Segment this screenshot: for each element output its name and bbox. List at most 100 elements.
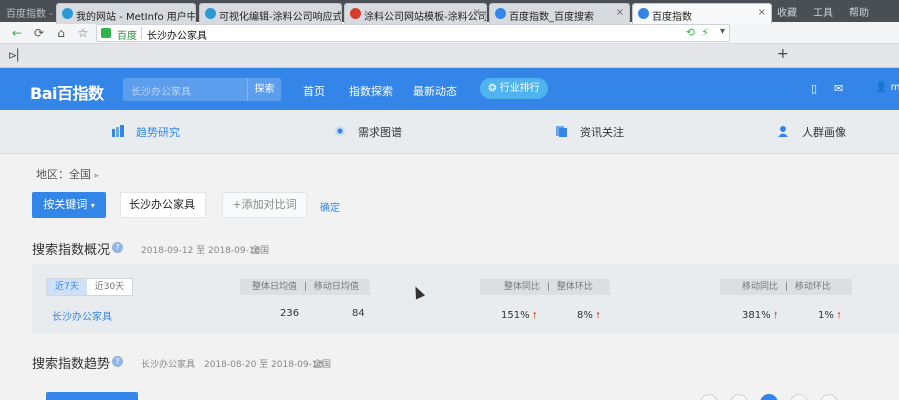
metinfo-icon: [205, 8, 216, 19]
subnav-trend[interactable]: 趋势研究: [136, 124, 180, 140]
site-header: Bai百指数 长沙办公家具 探索 首页 指数探索 最新动态 ❂ 行业排行 ▯ ✉…: [0, 68, 899, 110]
period-switch: 近7天 近30天: [46, 278, 134, 296]
ranking-icon: ❂: [488, 83, 497, 94]
col-overall-daily: 整体日均值: [252, 282, 298, 292]
tab-baidu-search[interactable]: 百度指数_百度搜索 ×: [489, 3, 630, 24]
overview-keyword-link[interactable]: 长沙办公家具: [52, 308, 112, 323]
region-selector[interactable]: 地区：全国 ▸: [36, 166, 99, 182]
nav-home[interactable]: 首页: [303, 83, 325, 99]
arrow-up-icon: 🠕: [596, 311, 600, 321]
menu-favorites[interactable]: 收藏: [777, 4, 797, 19]
col-sep: |: [303, 282, 307, 292]
tab-label: 百度指数: [652, 12, 692, 23]
period-30d[interactable]: 近30天: [87, 279, 132, 295]
col-mobile-mom: 移动环比: [794, 282, 831, 292]
people-icon: [778, 126, 788, 137]
mobile-daily-value: 84: [352, 308, 365, 319]
help-icon[interactable]: ?: [112, 356, 123, 367]
close-icon[interactable]: ×: [473, 7, 481, 18]
region-value: 全国: [69, 168, 91, 181]
keyword-type-button[interactable]: 按关键词 ▾: [32, 192, 106, 218]
col-header-daily: 整体日均值 | 移动日均值: [240, 279, 370, 295]
refresh-icon[interactable]: ⟳: [30, 24, 48, 42]
user-name: metinfo: [890, 82, 899, 93]
tab-metinfo[interactable]: 我的网站 - MetInfo 用户中心: [56, 3, 196, 24]
add-compare-button[interactable]: +添加对比词: [222, 192, 307, 218]
subnav-audience[interactable]: 人群画像: [802, 124, 846, 140]
caret-down-icon: ▾: [90, 201, 95, 210]
close-icon[interactable]: ×: [616, 7, 624, 18]
range-option[interactable]: [820, 394, 838, 400]
tab-label: 涂料公司网站模板-涂料公司: [364, 12, 487, 23]
industry-rank-button[interactable]: ❂ 行业排行: [480, 78, 548, 99]
tab-list-icon[interactable]: ⊳▏: [8, 49, 26, 62]
help-icon[interactable]: ?: [112, 242, 123, 253]
menu-tools[interactable]: 工具: [813, 4, 833, 19]
menu-help[interactable]: 帮助: [849, 4, 869, 19]
trend-region: 全国: [313, 360, 332, 370]
trend-tab-active[interactable]: [46, 392, 138, 400]
tab-label: 可视化编辑-涂料公司响应式: [219, 12, 342, 23]
keyword-tag-label: 长沙办公家具: [129, 198, 195, 211]
url-query: 长沙办公家具: [147, 31, 207, 42]
col-sep: |: [784, 282, 788, 292]
tab-label: 我的网站 - MetInfo 用户中心: [76, 12, 196, 23]
industry-rank-label: 行业排行: [499, 83, 540, 94]
demand-graph-icon: [335, 126, 345, 136]
baidu-paw-icon: [638, 8, 649, 19]
range-option-active[interactable]: [760, 394, 778, 400]
close-icon[interactable]: ×: [758, 7, 766, 18]
mobile-yoy-value: 381% 🠕: [742, 308, 778, 324]
confirm-button[interactable]: 确定: [320, 199, 340, 214]
news-icon: [556, 126, 567, 137]
search-input[interactable]: 长沙办公家具 探索: [123, 78, 281, 101]
overall-daily-value: 236: [280, 308, 300, 319]
overall-yoy-value: 151% 🠕: [501, 308, 537, 324]
speed-mode-icon[interactable]: ⟲: [686, 26, 695, 39]
keyword-tag[interactable]: 长沙办公家具: [120, 192, 206, 218]
mobile-icon[interactable]: ▯: [811, 82, 817, 95]
baidu-index-logo[interactable]: Bai百指数: [30, 80, 104, 104]
lightning-icon[interactable]: ⚡: [701, 26, 709, 39]
baidu-paw-icon: [495, 8, 506, 19]
overall-mom-text: 8%: [577, 310, 593, 321]
home-icon[interactable]: ⌂: [52, 24, 70, 42]
chevron-right-icon: ▸: [94, 171, 100, 181]
nav-explore[interactable]: 指数探索: [349, 83, 393, 99]
arrow-up-icon: 🠕: [532, 311, 537, 321]
arrow-up-icon: 🠕: [773, 311, 778, 321]
col-mobile-daily: 移动日均值: [313, 282, 359, 292]
back-icon[interactable]: ←: [8, 24, 26, 42]
col-mobile-yoy: 移动同比: [742, 282, 779, 292]
chevron-down-icon[interactable]: ▾: [720, 26, 725, 37]
url-divider: [141, 27, 142, 39]
subnav-news[interactable]: 资讯关注: [580, 124, 624, 140]
tab-visual-edit[interactable]: 可视化编辑-涂料公司响应式: [199, 3, 342, 24]
add-compare-label: 添加对比词: [241, 198, 297, 211]
url-input[interactable]: 百度 长沙办公家具 ⟲ ⚡ ▾: [96, 24, 730, 42]
star-icon[interactable]: ☆: [74, 24, 92, 42]
range-option[interactable]: [790, 394, 808, 400]
range-option[interactable]: [700, 394, 718, 400]
keyword-type-label: 按关键词: [43, 198, 88, 211]
trend-icon: [112, 125, 124, 137]
overview-date-range: 2018-09-12 至 2018-09-18: [141, 246, 261, 256]
nav-news[interactable]: 最新动态: [413, 83, 457, 99]
tab-template[interactable]: 涂料公司网站模板-涂料公司 ×: [344, 3, 487, 24]
mobile-yoy-text: 381%: [742, 310, 771, 321]
subnav-demand[interactable]: 需求图谱: [358, 124, 402, 140]
col-sep: |: [546, 282, 550, 292]
mobile-mom-value: 1% 🠕: [818, 308, 841, 324]
range-option[interactable]: [730, 394, 748, 400]
col-header-mobile-change: 移动同比 | 移动环比: [720, 279, 852, 295]
overall-yoy-text: 151%: [501, 310, 530, 321]
user-menu[interactable]: 👤 metinfo: [875, 82, 899, 93]
site-icon: [350, 8, 361, 19]
tab-label: 百度指数_百度搜索: [509, 12, 594, 23]
wechat-icon[interactable]: ✉: [834, 82, 843, 95]
new-tab-button[interactable]: +: [777, 46, 789, 62]
tab-baidu-index[interactable]: 百度指数 ×: [632, 3, 772, 24]
period-7d[interactable]: 近7天: [47, 279, 87, 295]
overview-region: 全国: [251, 246, 270, 256]
search-button[interactable]: 探索: [247, 78, 281, 101]
